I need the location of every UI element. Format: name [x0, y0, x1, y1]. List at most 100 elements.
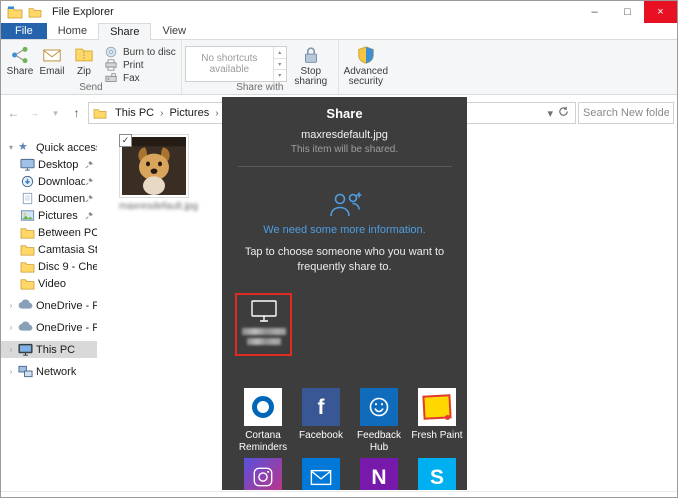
burn-to-disc-label: Burn to disc: [123, 47, 176, 58]
app-label: Cortana Reminders: [234, 430, 292, 453]
sidebar-item-network[interactable]: › Network: [1, 363, 97, 380]
app-skype[interactable]: S: [408, 458, 466, 490]
gallery-scroll-up-icon[interactable]: ▴: [274, 47, 286, 58]
back-button[interactable]: ←: [4, 103, 23, 123]
advanced-security-button[interactable]: Advanced security: [342, 42, 390, 87]
sidebar-item-between-pcs[interactable]: Between PCs: [1, 224, 97, 241]
gallery-scroll-down-icon[interactable]: ▾: [274, 58, 286, 70]
search-input[interactable]: [581, 106, 671, 120]
mail-icon: [302, 458, 340, 490]
device-name-blurred-line: [242, 328, 286, 335]
zip-icon: [73, 44, 95, 66]
app-onenote[interactable]: N: [350, 458, 408, 490]
sidebar-item-quick-access[interactable]: ▾ ★ Quick access: [1, 139, 97, 156]
sidebar-item-video[interactable]: Video: [1, 275, 97, 292]
breadcrumb-this-pc[interactable]: This PC: [111, 107, 158, 119]
folder-icon: [20, 243, 35, 256]
sidebar-item-desktop[interactable]: Desktop: [1, 156, 97, 173]
quick-access-star-icon: ★: [18, 141, 33, 154]
email-button[interactable]: Email: [36, 42, 68, 77]
chevron-right-icon[interactable]: ›: [7, 301, 15, 310]
share-button[interactable]: Share: [4, 42, 36, 77]
chevron-right-icon[interactable]: ›: [7, 323, 15, 332]
chevron-down-icon[interactable]: ▾: [7, 143, 15, 152]
chevron-right-icon[interactable]: ›: [7, 345, 15, 354]
minimize-button[interactable]: –: [578, 1, 611, 23]
app-cortana-reminders[interactable]: Cortana Reminders: [234, 388, 292, 453]
cortana-reminders-icon: [244, 388, 282, 426]
pin-icon: [85, 177, 94, 186]
folder-icon: [20, 260, 35, 273]
tab-view[interactable]: View: [151, 23, 197, 39]
sidebar-item-label: Network: [36, 366, 76, 378]
address-dropdown-icon[interactable]: ▾: [547, 107, 553, 120]
nearby-device-button[interactable]: [251, 300, 277, 325]
email-icon: [41, 44, 63, 66]
breadcrumb-pictures[interactable]: Pictures: [165, 107, 213, 119]
selection-checkbox[interactable]: ✓: [119, 134, 132, 147]
breadcrumb-separator-icon: ›: [160, 108, 163, 119]
sidebar-item-camtasia-studio[interactable]: Camtasia Studio: [1, 241, 97, 258]
sidebar-item-onedrive-family[interactable]: › OneDrive - Family: [1, 297, 97, 314]
sidebar-item-onedrive-personal[interactable]: › OneDrive - Personal: [1, 319, 97, 336]
sidebar-item-pictures[interactable]: Pictures: [1, 207, 97, 224]
ribbon-tab-row: File Home Share View: [1, 23, 677, 40]
pin-icon: [85, 160, 94, 169]
tab-share[interactable]: Share: [98, 23, 151, 40]
sidebar-item-label: This PC: [36, 344, 75, 356]
share-with-gallery[interactable]: No shortcuts available ▴ ▾ ▾: [185, 46, 287, 82]
maximize-button[interactable]: □: [611, 1, 644, 23]
advanced-security-label: Advanced security: [343, 67, 389, 87]
app-instagram[interactable]: [234, 458, 292, 490]
zip-button[interactable]: Zip: [68, 42, 100, 77]
refresh-icon[interactable]: [558, 106, 569, 120]
gallery-more-icon[interactable]: ▾: [274, 69, 286, 81]
burn-to-disc-button[interactable]: Burn to disc: [105, 46, 176, 58]
chevron-right-icon[interactable]: ›: [7, 367, 15, 376]
share-apps-row-2: N S: [234, 458, 466, 490]
sidebar-item-downloads[interactable]: Downloads: [1, 173, 97, 190]
close-button[interactable]: ×: [644, 1, 677, 23]
stop-sharing-button[interactable]: Stop sharing: [287, 42, 335, 87]
app-facebook[interactable]: f Facebook: [292, 388, 350, 453]
no-shortcuts-text: No shortcuts available: [186, 47, 273, 81]
send-small-buttons: Burn to disc Print Fax: [100, 42, 178, 84]
sidebar-item-documents[interactable]: Documents: [1, 190, 97, 207]
pictures-icon: [20, 209, 35, 222]
app-fresh-paint[interactable]: Fresh Paint: [408, 388, 466, 453]
ribbon-group-share-with: No shortcuts available ▴ ▾ ▾ Stop sharin…: [181, 40, 338, 94]
ribbon-group-send: Share Email Zip Burn to disc: [1, 40, 181, 94]
print-button[interactable]: Print: [105, 59, 176, 71]
tab-file[interactable]: File: [1, 23, 47, 39]
share-apps-row: Cortana Reminders f Facebook Feedback Hu…: [234, 388, 466, 453]
app-feedback-hub[interactable]: Feedback Hub: [350, 388, 408, 453]
up-button[interactable]: ↑: [67, 103, 86, 123]
group-label-send: Send: [1, 82, 181, 94]
share-file-name: maxresdefault.jpg: [222, 129, 467, 141]
sidebar-item-label: Desktop: [38, 159, 78, 171]
sidebar-item-label: Quick access: [36, 142, 97, 154]
app-mail[interactable]: [292, 458, 350, 490]
add-people-icon: [326, 191, 364, 218]
quick-access-toolbar-folder-icon[interactable]: [28, 5, 44, 19]
skype-s-glyph: S: [430, 467, 444, 488]
group-label-share-with: Share with: [182, 82, 338, 94]
sidebar-item-this-pc[interactable]: › This PC: [1, 341, 97, 358]
file-item-maxresdefault[interactable]: ✓ maxresdefault.jpg: [119, 134, 189, 212]
title-bar: File Explorer – □ ×: [1, 1, 677, 23]
divider: [238, 166, 452, 167]
search-box[interactable]: [578, 102, 674, 124]
forward-button[interactable]: →: [25, 103, 44, 123]
file-thumbnail[interactable]: ✓: [119, 134, 189, 198]
tab-home[interactable]: Home: [47, 23, 98, 39]
facebook-f-glyph: f: [318, 397, 325, 418]
sidebar-item-label: Camtasia Studio: [38, 244, 97, 256]
onenote-icon: N: [360, 458, 398, 490]
annotation-red-box: [235, 293, 292, 356]
navigation-pane: ▾ ★ Quick access Desktop Downloads: [1, 124, 97, 491]
recent-locations-dropdown-icon[interactable]: ▾: [46, 103, 65, 123]
share-info-text: Tap to choose someone who you want to fr…: [241, 245, 449, 275]
sidebar-item-disc-9[interactable]: Disc 9 - Chest & Sho: [1, 258, 97, 275]
ribbon-group-advanced: Advanced security: [338, 40, 393, 94]
sidebar-item-label: Video: [38, 278, 66, 290]
